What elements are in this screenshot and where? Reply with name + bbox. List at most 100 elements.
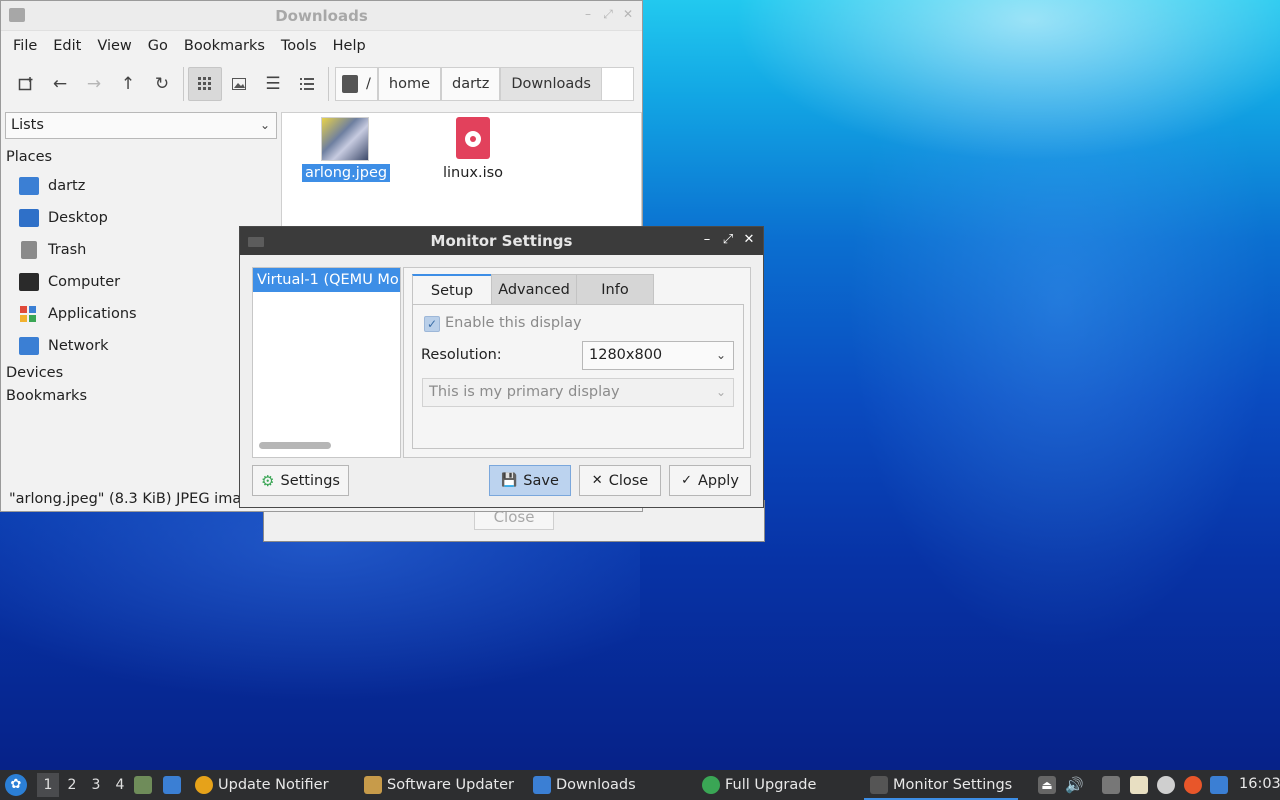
file-item-arlong[interactable]: arlong.jpeg (302, 117, 391, 182)
sidebar-item-applications[interactable]: Applications (19, 302, 137, 326)
file-item-linux-iso[interactable]: linux.iso (430, 117, 516, 182)
workspace-1[interactable]: 1 (37, 773, 59, 797)
maximize-icon[interactable]: ⤢ (720, 232, 736, 248)
menu-help[interactable]: Help (325, 38, 374, 54)
notification-icon[interactable] (1210, 776, 1228, 794)
close-icon[interactable]: ✕ (621, 7, 635, 21)
clipboard-icon[interactable] (1130, 776, 1148, 794)
sidebar-item-network[interactable]: Network (19, 334, 109, 358)
menu-go[interactable]: Go (140, 38, 176, 54)
volume-icon[interactable]: 🔊 (1065, 776, 1084, 794)
settings-button[interactable]: ⚙ Settings (252, 465, 349, 496)
thumbnail-view-icon[interactable] (222, 67, 256, 101)
primary-display-select[interactable]: This is my primary display ⌄ (422, 378, 734, 407)
bookmarks-heading[interactable]: Bookmarks (6, 388, 87, 404)
file-manager-launcher-icon[interactable] (134, 776, 152, 794)
forward-arrow-icon[interactable]: → (77, 67, 111, 101)
workspace-3[interactable]: 3 (85, 773, 107, 797)
workspace-2[interactable]: 2 (61, 773, 83, 797)
close-icon[interactable]: ✕ (741, 232, 757, 248)
setup-tab-panel: ✓ Enable this display Resolution: 1280x8… (412, 304, 744, 449)
horizontal-scrollbar[interactable] (259, 442, 331, 449)
side-pane-mode-select[interactable]: Lists ⌄ (5, 112, 277, 139)
task-downloads[interactable]: Downloads (533, 770, 636, 800)
network-status-icon[interactable] (1157, 776, 1175, 794)
toolbar-separator (183, 67, 184, 101)
start-menu-icon[interactable]: ✿ (5, 774, 27, 796)
close-button[interactable]: ✕ Close (579, 465, 661, 496)
network-icon (19, 337, 39, 355)
image-thumbnail-icon (321, 117, 369, 161)
eject-icon[interactable]: ⏏ (1038, 776, 1056, 794)
menu-bookmarks[interactable]: Bookmarks (176, 38, 273, 54)
sidebar-item-label: Network (48, 338, 109, 354)
save-button-label: Save (523, 472, 559, 489)
path-crumb-downloads[interactable]: Downloads (500, 67, 602, 101)
icon-view-icon[interactable] (188, 67, 222, 101)
trash-icon (21, 241, 37, 259)
display-icon[interactable] (1102, 776, 1120, 794)
reload-icon[interactable]: ↻ (145, 67, 179, 101)
menu-tools[interactable]: Tools (273, 38, 325, 54)
settings-button-label: Settings (280, 472, 340, 489)
sidebar-item-computer[interactable]: Computer (19, 270, 120, 294)
path-crumb-dartz[interactable]: dartz (441, 67, 501, 101)
sidebar-item-label: Applications (48, 306, 137, 322)
places-heading[interactable]: Places (6, 149, 52, 165)
compact-view-icon[interactable]: ☰ (256, 67, 290, 101)
detailed-view-icon[interactable] (290, 67, 324, 101)
taskbar: ✿ 1 2 3 4 Update Notifier Software Updat… (0, 770, 1280, 800)
up-arrow-icon[interactable]: ↑ (111, 67, 145, 101)
clock[interactable]: 16:03 (1239, 776, 1280, 792)
resolution-label: Resolution: (421, 347, 502, 363)
chevron-down-icon: ⌄ (259, 118, 270, 132)
minimize-icon[interactable]: – (699, 232, 715, 248)
monitor-list-item[interactable]: Virtual-1 (QEMU Mon (253, 268, 400, 292)
tab-advanced[interactable]: Advanced (491, 274, 577, 305)
new-tab-icon[interactable] (9, 67, 43, 101)
folder-icon (533, 776, 551, 794)
toolbar: ← → ↑ ↻ ☰ / home dartz Downloads (1, 61, 642, 107)
task-software-updater[interactable]: Software Updater (364, 770, 514, 800)
path-root-crumb[interactable]: / (335, 67, 378, 101)
menu-edit[interactable]: Edit (45, 38, 89, 54)
path-toggle-icon[interactable] (342, 75, 358, 93)
sidebar-item-desktop[interactable]: Desktop (19, 206, 108, 230)
monitor-list[interactable]: Virtual-1 (QEMU Mon (252, 267, 401, 458)
task-label: Full Upgrade (725, 777, 817, 793)
file-manager-titlebar[interactable]: Downloads – ⤢ ✕ (1, 1, 642, 31)
show-desktop-icon[interactable] (163, 776, 181, 794)
gear-icon (702, 776, 720, 794)
computer-icon (19, 273, 39, 291)
enable-display-label: Enable this display (445, 315, 582, 331)
path-crumb-home[interactable]: home (377, 67, 441, 101)
menu-file[interactable]: File (5, 38, 45, 54)
devices-heading[interactable]: Devices (6, 365, 63, 381)
apply-button-label: Apply (697, 472, 739, 489)
tab-info[interactable]: Info (576, 274, 654, 305)
workspace-4[interactable]: 4 (109, 773, 131, 797)
task-update-notifier[interactable]: Update Notifier (195, 770, 329, 800)
minimize-icon[interactable]: – (581, 7, 595, 21)
menu-view[interactable]: View (89, 38, 139, 54)
update-available-icon[interactable] (1184, 776, 1202, 794)
close-icon: ✕ (591, 473, 603, 488)
resolution-select[interactable]: 1280x800 ⌄ (582, 341, 734, 370)
apply-button[interactable]: ✓ Apply (669, 465, 751, 496)
task-label: Monitor Settings (893, 777, 1013, 793)
back-arrow-icon[interactable]: ← (43, 67, 77, 101)
sidebar-item-dartz[interactable]: dartz (19, 174, 85, 198)
toolbar-separator (328, 67, 329, 101)
tab-setup[interactable]: Setup (412, 274, 492, 305)
maximize-icon[interactable]: ⤢ (601, 7, 615, 21)
file-name-label: linux.iso (442, 165, 504, 181)
sidebar-item-trash[interactable]: Trash (19, 238, 86, 262)
applications-icon (19, 305, 39, 323)
task-monitor-settings[interactable]: Monitor Settings (864, 770, 1019, 800)
save-button[interactable]: 💾 Save (489, 465, 571, 496)
resolution-value: 1280x800 (589, 347, 663, 363)
enable-display-checkbox[interactable]: ✓ (424, 316, 440, 332)
task-full-upgrade[interactable]: Full Upgrade (702, 770, 816, 800)
dialog-titlebar[interactable]: Monitor Settings – ⤢ ✕ (240, 227, 763, 255)
status-bar: "arlong.jpeg" (8.3 KiB) JPEG image (9, 491, 260, 507)
